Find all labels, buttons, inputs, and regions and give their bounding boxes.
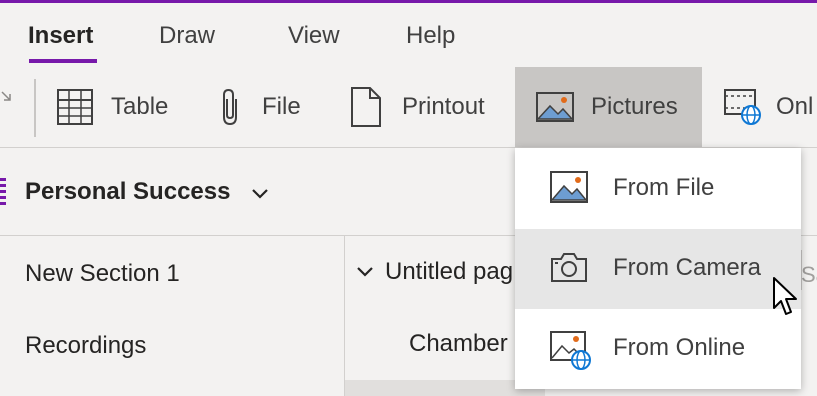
online-picture-icon [550, 331, 592, 378]
ribbon-separator [34, 79, 36, 137]
picture-icon [536, 92, 574, 122]
tab-view[interactable]: View [288, 22, 340, 50]
chevron-down-icon[interactable] [356, 265, 374, 283]
menu-item-label: From Online [613, 334, 746, 361]
online-video-label: Onl [776, 93, 814, 120]
pictures-button[interactable]: Pictures [515, 67, 702, 147]
page-item-untitled[interactable]: Untitled pag [385, 258, 513, 286]
online-video-button[interactable]: Onl [722, 67, 817, 147]
menu-item-from-file[interactable]: From File [515, 149, 801, 229]
notebook-color-bar [0, 178, 6, 208]
file-label: File [262, 93, 301, 120]
menu-item-label: From Camera [613, 254, 762, 281]
table-button[interactable]: Table [56, 67, 186, 147]
tab-insert[interactable]: Insert [28, 22, 93, 50]
printout-button[interactable]: Printout [350, 67, 510, 147]
menu-item-from-camera[interactable]: From Camera [515, 229, 801, 309]
canvas-peek-text: Sa [801, 262, 817, 287]
tab-draw[interactable]: Draw [159, 22, 215, 50]
online-video-icon [722, 87, 764, 127]
menu-item-label: From File [613, 174, 715, 201]
table-label: Table [111, 93, 169, 120]
active-tab-indicator [29, 59, 97, 63]
section-item-recordings[interactable]: Recordings [25, 332, 146, 360]
notebook-selector[interactable]: Personal Success [25, 178, 269, 207]
picture-icon [550, 171, 588, 210]
paperclip-icon [218, 87, 242, 127]
file-button[interactable]: File [218, 67, 318, 147]
title-bar-accent [0, 0, 817, 3]
mouse-cursor-icon [772, 276, 800, 323]
table-icon [56, 88, 94, 126]
menu-item-from-online[interactable]: From Online [515, 309, 801, 389]
printout-label: Printout [402, 93, 485, 120]
chevron-down-icon [251, 179, 269, 207]
document-icon [350, 86, 382, 128]
camera-icon [550, 251, 588, 290]
section-item-new-section-1[interactable]: New Section 1 [25, 260, 180, 288]
pictures-label: Pictures [591, 93, 678, 120]
notebook-title: Personal Success [25, 178, 231, 205]
tab-help[interactable]: Help [406, 22, 455, 50]
page-item-chamber[interactable]: Chamber [409, 330, 508, 358]
ribbon-expand-icon[interactable] [0, 88, 12, 113]
pictures-dropdown-menu: From File From Camera From Online [515, 148, 801, 389]
